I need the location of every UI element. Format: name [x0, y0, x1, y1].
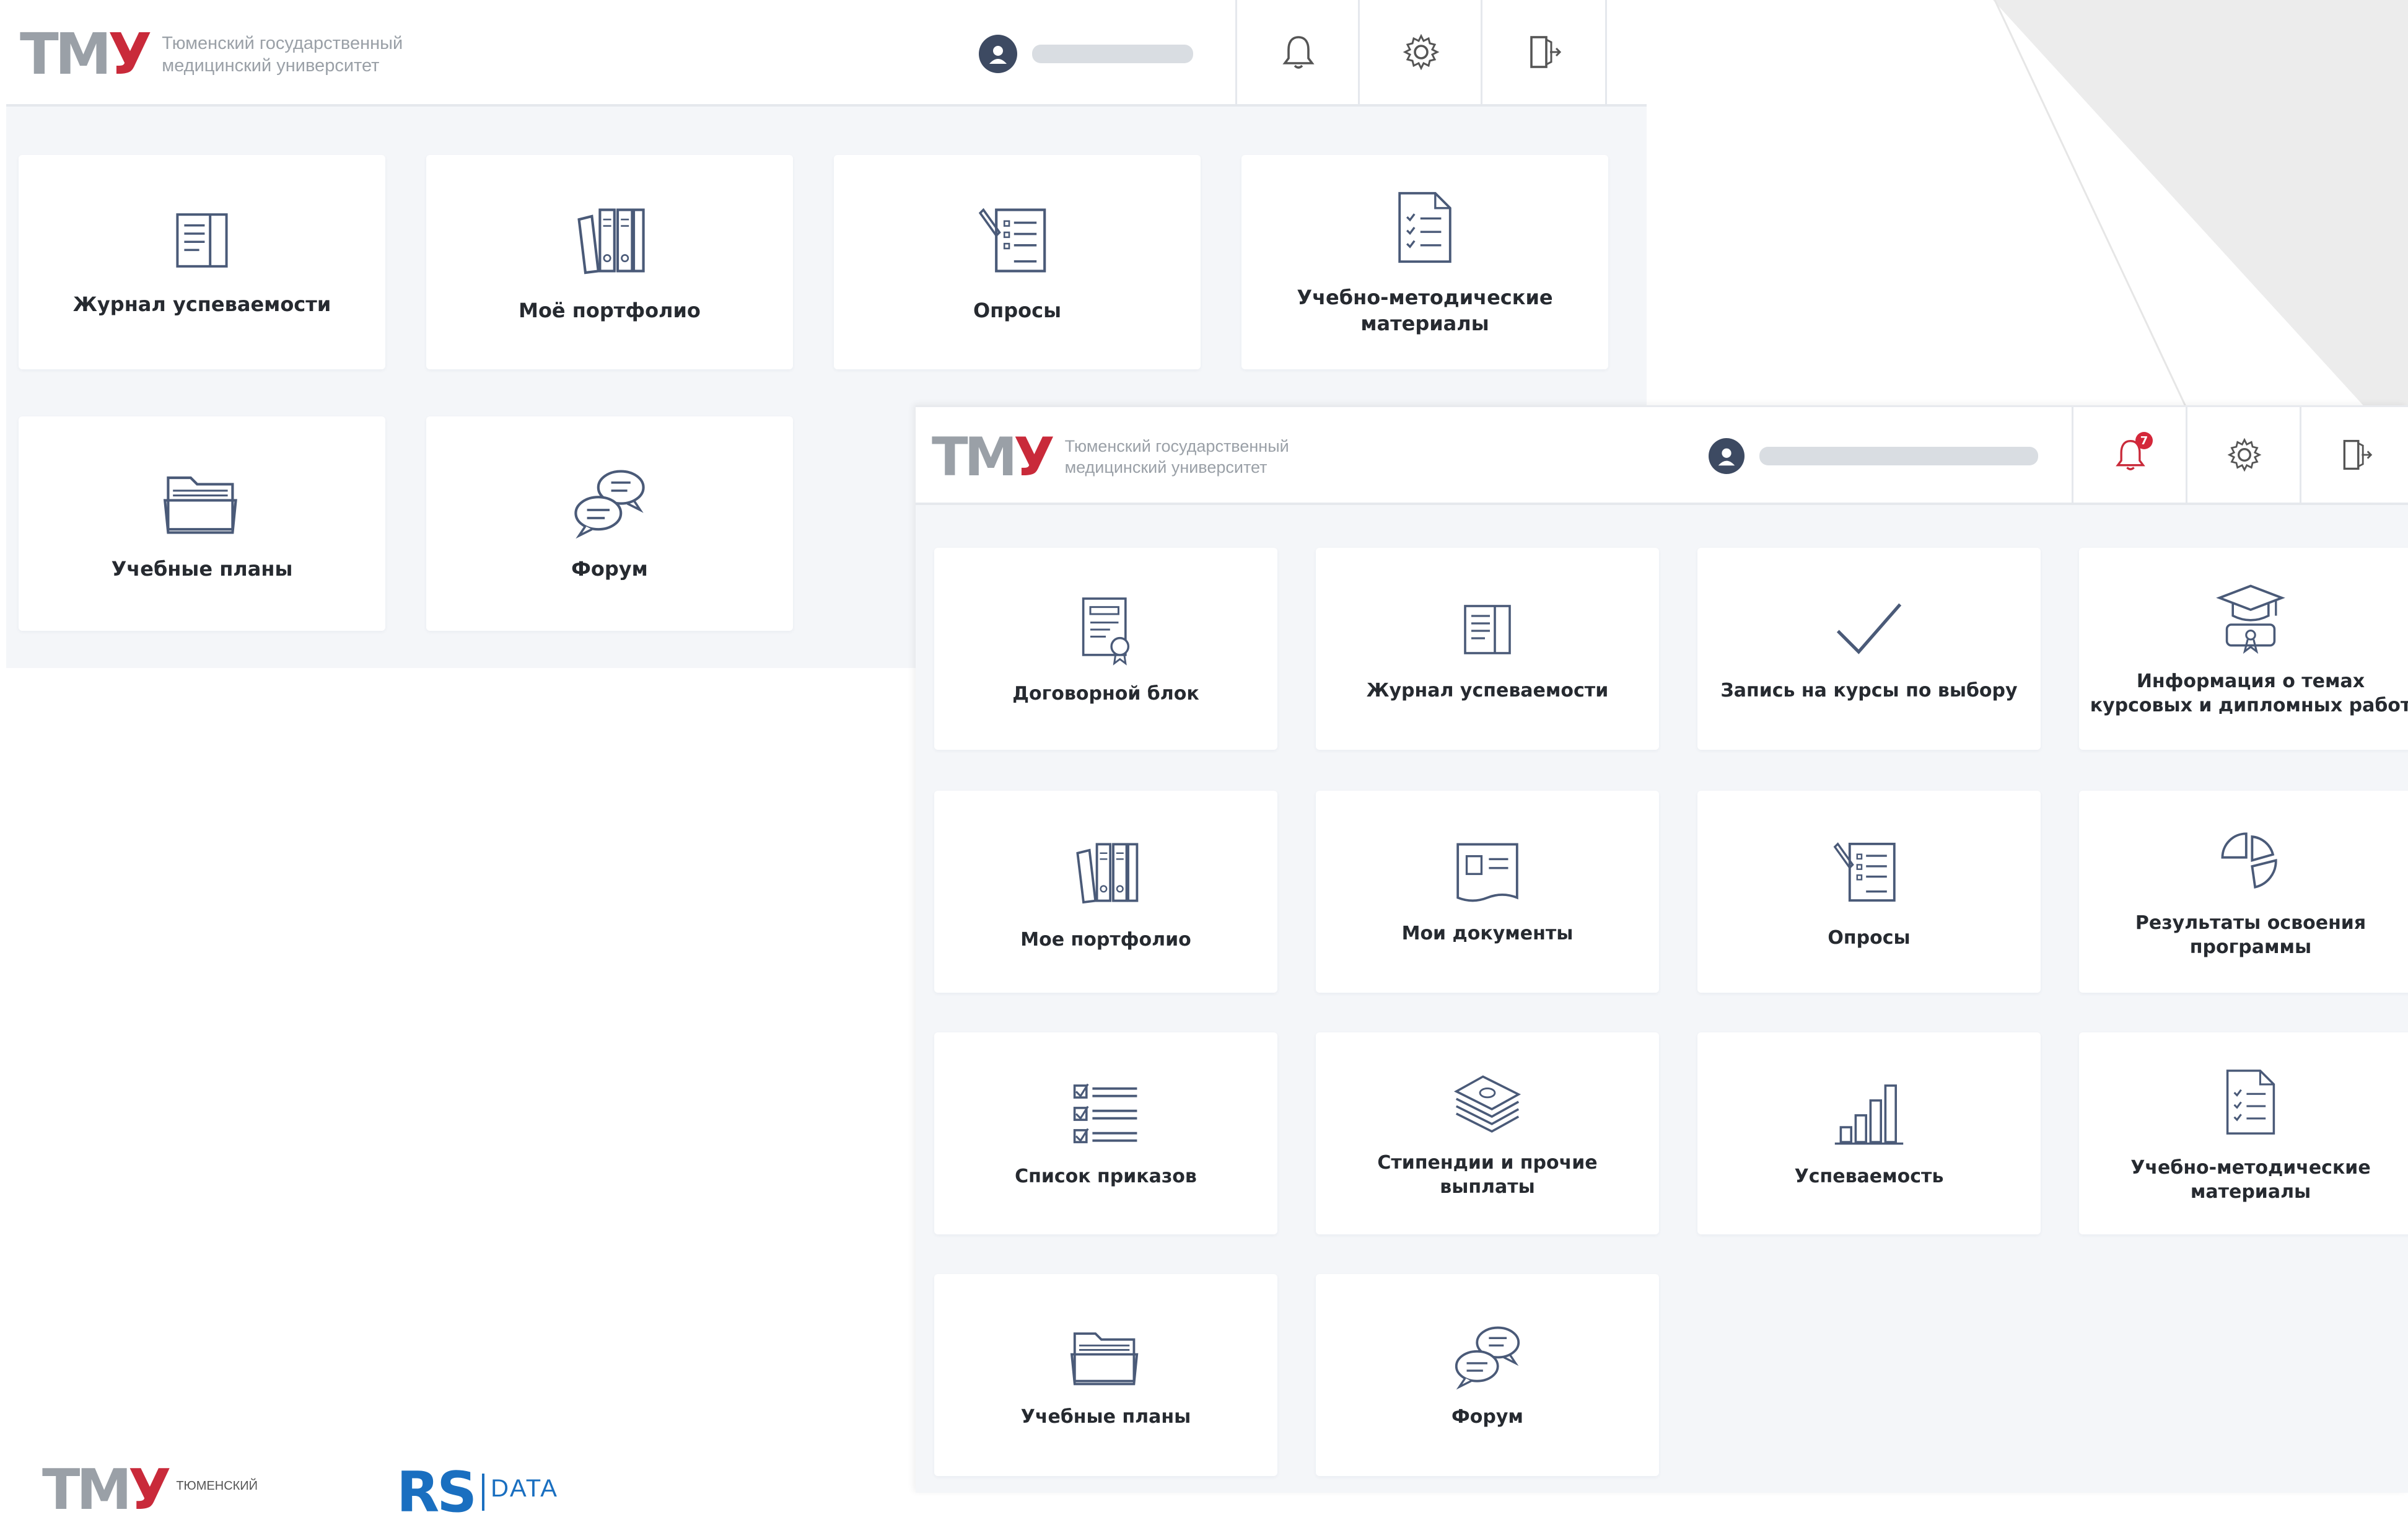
top-bar: ТМУ Тюменский государственный медицински… — [916, 405, 2408, 505]
logout-icon — [1530, 36, 1562, 68]
tile-label: Список приказов — [1015, 1166, 1197, 1187]
user-name-blurred — [1759, 447, 2038, 465]
logo-text: Тюменский государственный медицинский ун… — [1064, 437, 1289, 477]
portal-window-front: ТМУ Тюменский государственный медицински… — [916, 405, 2408, 1493]
footer-logo-mark: ТМУ — [42, 1457, 171, 1523]
gear-icon — [2227, 437, 2262, 472]
tile-forum[interactable]: Форум — [426, 416, 793, 631]
folder-icon — [163, 477, 237, 534]
tile-label: Информация о темах курсовых и дипломных … — [2090, 670, 2408, 716]
footer-logo-university: ТМУ ТЮМЕНСКИЙ — [42, 1462, 258, 1518]
gradebook-icon — [176, 213, 228, 268]
logout-button[interactable] — [1481, 0, 1607, 104]
tile-label: Опросы — [973, 299, 1062, 323]
folder-icon — [1070, 1332, 1139, 1385]
tile-portfolio[interactable]: Мое портфолио — [934, 791, 1277, 993]
footer-logo-text: ТЮМЕНСКИЙ — [176, 1479, 258, 1493]
tile-methodical-materials[interactable]: Учебно-методические материалы — [1241, 155, 1608, 369]
notifications-button[interactable] — [1235, 0, 1360, 104]
settings-button[interactable] — [1358, 0, 1482, 104]
university-logo[interactable]: ТМУ Тюменский государственный медицински… — [20, 26, 403, 83]
bar-chart-icon — [1834, 1084, 1904, 1145]
user-name-blurred — [1032, 45, 1193, 63]
tile-label: Форум — [571, 557, 648, 581]
chat-bubbles-icon — [574, 470, 645, 539]
binders-icon — [577, 208, 645, 275]
tile-label: Мое портфолио — [1020, 928, 1191, 951]
tile-label: Результаты освоения программы — [2135, 912, 2366, 958]
tile-forum[interactable]: Форум — [1316, 1274, 1659, 1476]
tile-label: Опросы — [1828, 927, 1911, 949]
tile-label: Успеваемость — [1794, 1166, 1944, 1187]
tile-label: Форум — [1451, 1405, 1523, 1428]
tile-program-results[interactable]: Результаты освоения программы — [2079, 791, 2408, 993]
tile-label: Журнал успеваемости — [1366, 679, 1609, 701]
tile-label: Стипендии и прочие выплаты — [1377, 1152, 1598, 1198]
tile-gradebook[interactable]: Журнал успеваемости — [19, 155, 385, 369]
background-shape — [1993, 0, 2408, 409]
settings-button[interactable] — [2186, 407, 2301, 503]
tile-curricula[interactable]: Учебные планы — [19, 416, 385, 631]
user-profile[interactable] — [979, 35, 1193, 73]
checklist-doc-icon — [2226, 1069, 2275, 1135]
bell-icon — [1282, 36, 1315, 69]
tile-label: Договорной блок — [1012, 682, 1199, 705]
graduation-cap-icon — [2216, 584, 2285, 654]
tile-contract-block[interactable]: Договорной блок — [934, 548, 1277, 750]
tile-curricula[interactable]: Учебные планы — [934, 1274, 1277, 1476]
tile-academic-performance[interactable]: Успеваемость — [1697, 1032, 2041, 1234]
survey-icon — [1833, 842, 1896, 902]
checkmark-icon — [1836, 603, 1902, 654]
pie-chart-icon — [2221, 832, 2277, 889]
footer-logo-partner: RS DATA — [396, 1465, 558, 1521]
checklist-doc-icon — [1398, 192, 1451, 263]
gradebook-icon — [1464, 604, 1511, 654]
tile-my-documents[interactable]: Мои документы — [1316, 791, 1659, 993]
tile-portfolio[interactable]: Моё портфолио — [426, 155, 793, 369]
logo-mark: ТМУ — [20, 21, 152, 87]
partner-logo-text: DATA — [491, 1475, 558, 1502]
tile-scholarships[interactable]: Стипендии и прочие выплаты — [1316, 1032, 1659, 1234]
tile-elective-courses[interactable]: Запись на курсы по выбору — [1697, 548, 2041, 750]
contract-icon — [1082, 597, 1130, 666]
tile-label: Журнал успеваемости — [72, 292, 331, 317]
tile-methodical-materials[interactable]: Учебно-методические материалы — [2079, 1032, 2408, 1234]
tile-label: Учебно-методические материалы — [2130, 1156, 2371, 1203]
tile-surveys[interactable]: Опросы — [1697, 791, 2041, 993]
tile-label: Моё портфолио — [519, 299, 701, 323]
money-stack-icon — [1453, 1075, 1521, 1133]
logo-text: Тюменский государственный медицинский ун… — [162, 33, 403, 76]
tile-label: Учебно-методические материалы — [1297, 286, 1553, 335]
top-bar: ТМУ Тюменский государственный медицински… — [6, 0, 1647, 107]
university-logo[interactable]: ТМУ Тюменский государственный медицински… — [932, 431, 1289, 484]
notifications-button[interactable]: 7 — [2072, 407, 2187, 503]
tile-label: Учебные планы — [111, 557, 293, 581]
avatar — [1709, 438, 1745, 474]
tile-gradebook[interactable]: Журнал успеваемости — [1316, 548, 1659, 750]
tile-label: Учебные планы — [1020, 1405, 1191, 1428]
document-card-icon — [1456, 843, 1518, 902]
logo-mark: ТМУ — [932, 426, 1055, 488]
partner-logo-divider — [482, 1474, 485, 1511]
survey-icon — [978, 208, 1046, 273]
partner-logo-mark: RS — [396, 1460, 477, 1525]
tile-label: Мои документы — [1401, 922, 1574, 944]
checkbox-list-icon — [1073, 1083, 1137, 1143]
logout-icon — [2343, 439, 2372, 470]
avatar — [979, 35, 1017, 73]
binders-icon — [1076, 842, 1139, 903]
gear-icon — [1403, 33, 1440, 71]
user-profile[interactable] — [1709, 438, 2038, 474]
chat-bubbles-icon — [1455, 1326, 1520, 1390]
notification-badge: 7 — [2135, 432, 2153, 449]
tile-label: Запись на курсы по выбору — [1720, 679, 2018, 701]
logout-button[interactable] — [2300, 407, 2408, 503]
tile-orders-list[interactable]: Список приказов — [934, 1032, 1277, 1234]
tile-surveys[interactable]: Опросы — [834, 155, 1201, 369]
tile-thesis-topics[interactable]: Информация о темах курсовых и дипломных … — [2079, 548, 2408, 750]
